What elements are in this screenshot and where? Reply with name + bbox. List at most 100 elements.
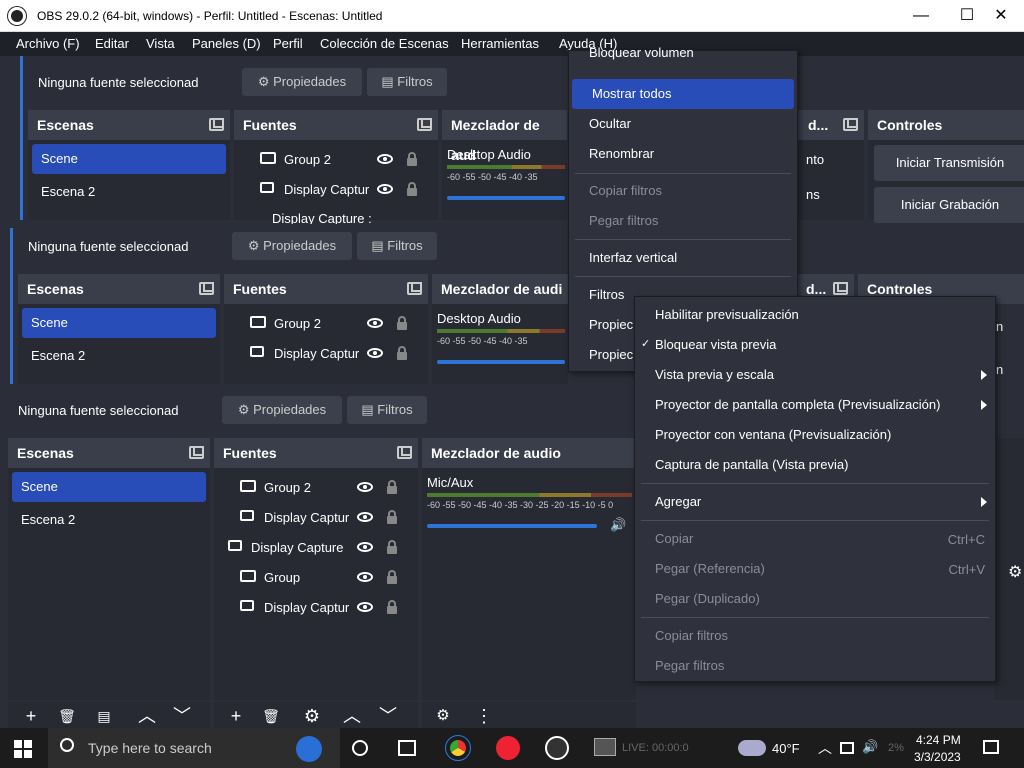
task-view-icon[interactable]	[398, 740, 416, 756]
menu-item-copy[interactable]: Copiar	[635, 524, 995, 554]
terminal-icon[interactable]	[594, 738, 616, 756]
clock-date[interactable]: 3/3/2023	[914, 750, 961, 764]
source-item[interactable]: Display Captur	[264, 600, 349, 615]
eye-icon[interactable]	[377, 154, 393, 164]
menu-item-paste-filters[interactable]: Pegar filtros	[569, 206, 797, 236]
lock-icon[interactable]	[407, 182, 417, 196]
lock-icon[interactable]	[387, 600, 397, 614]
source-item[interactable]: Display Capture	[251, 540, 344, 555]
eye-icon[interactable]	[357, 572, 373, 582]
start-streaming-button[interactable]: Iniciar Transmisión	[874, 145, 1024, 181]
obs-taskbar-icon[interactable]	[545, 736, 569, 760]
start-recording-button[interactable]: Iniciar Grabación	[874, 187, 1024, 223]
menu-item-lock-volume[interactable]: Bloquear volumen	[569, 41, 797, 65]
move-source-up-button[interactable]: ︿	[341, 705, 363, 727]
menu-item-preview-scaling[interactable]: Vista previa y escala	[635, 360, 995, 390]
bing-icon[interactable]	[296, 736, 322, 762]
menu-paneles[interactable]: Paneles (D)	[192, 36, 261, 51]
source-item[interactable]: Display Captur	[274, 346, 359, 361]
speaker-icon[interactable]: 🔊	[610, 517, 626, 533]
close-button[interactable]: ✕	[978, 0, 1024, 32]
menu-item-vertical-layout[interactable]: Interfaz vertical	[569, 243, 797, 273]
undock-icon[interactable]	[199, 282, 214, 295]
yandex-icon[interactable]	[496, 736, 520, 760]
mixer-menu-button[interactable]: ⋮	[473, 705, 495, 727]
source-item[interactable]: Group	[264, 570, 300, 585]
undock-icon[interactable]	[209, 118, 224, 131]
lock-icon[interactable]	[387, 540, 397, 554]
menu-item-show-all[interactable]: Mostrar todos	[572, 79, 794, 109]
lock-icon[interactable]	[387, 510, 397, 524]
add-scene-button[interactable]: +	[20, 705, 42, 727]
source-item[interactable]: Display Captur	[264, 510, 349, 525]
scene-item[interactable]: Scene	[12, 472, 206, 502]
network-icon[interactable]	[840, 742, 854, 754]
lock-icon[interactable]	[387, 480, 397, 494]
move-source-down-button[interactable]: ﹀	[377, 705, 399, 727]
undock-icon[interactable]	[833, 282, 848, 295]
move-scene-down-button[interactable]: ﹀	[171, 705, 193, 727]
settings-gear-icon[interactable]: ⚙	[1008, 562, 1022, 582]
eye-icon[interactable]	[357, 602, 373, 612]
scene-item[interactable]: Scene	[32, 144, 226, 174]
eye-icon[interactable]	[377, 184, 393, 194]
eye-icon[interactable]	[357, 512, 373, 522]
menu-item-windowed-projector[interactable]: Proyector con ventana (Previsualización)	[635, 420, 995, 450]
menu-herramientas[interactable]: Herramientas	[461, 36, 539, 51]
scene-item[interactable]: Scene	[22, 308, 216, 338]
lock-icon[interactable]	[407, 152, 417, 166]
undock-icon[interactable]	[397, 446, 412, 459]
undock-icon[interactable]	[407, 282, 422, 295]
properties-button[interactable]: ⚙ Propiedades	[222, 396, 342, 424]
volume-slider[interactable]	[427, 524, 597, 528]
menu-item-screenshot-preview[interactable]: Captura de pantalla (Vista previa)	[635, 450, 995, 480]
windows-start-icon[interactable]	[14, 740, 32, 758]
eye-icon[interactable]	[357, 542, 373, 552]
chrome-icon[interactable]	[445, 735, 471, 761]
filters-button[interactable]: ▤ Filtros	[367, 68, 447, 96]
menu-item-lock-preview[interactable]: Bloquear vista previa	[635, 330, 995, 360]
cortana-icon[interactable]	[352, 740, 368, 756]
transition-select[interactable]: nto	[806, 152, 824, 167]
properties-button[interactable]: ⚙ Propiedades	[242, 68, 362, 96]
properties-button[interactable]: ⚙ Propiedades	[232, 232, 352, 260]
lock-icon[interactable]	[397, 316, 407, 330]
eye-icon[interactable]	[367, 348, 383, 358]
filters-button[interactable]: ▤ Filtros	[357, 232, 437, 260]
menu-perfil[interactable]: Perfil	[273, 36, 303, 51]
scene-filters-button[interactable]: ▤	[93, 705, 115, 727]
volume-tray-icon[interactable]: 🔊	[862, 739, 878, 755]
source-item[interactable]: Display Captur	[284, 182, 369, 197]
menu-editar[interactable]: Editar	[95, 36, 129, 51]
menu-item-rename[interactable]: Renombrar	[569, 139, 797, 169]
undock-icon[interactable]	[417, 118, 432, 131]
menu-coleccion[interactable]: Colección de Escenas	[320, 36, 449, 51]
remove-source-button[interactable]: 🗑	[260, 705, 282, 727]
menu-item-paste-reference[interactable]: Pegar (Referencia)	[635, 554, 995, 584]
eye-icon[interactable]	[367, 318, 383, 328]
scene-item[interactable]: Escena 2	[31, 348, 85, 363]
menu-item-fullscreen-projector[interactable]: Proyector de pantalla completa (Previsua…	[635, 390, 995, 420]
source-item[interactable]: Group 2	[284, 152, 331, 167]
move-scene-up-button[interactable]: ︿	[136, 705, 158, 727]
menu-item-copy-filters[interactable]: Copiar filtros	[569, 176, 797, 206]
menu-archivo[interactable]: Archivo (F)	[16, 36, 80, 51]
menu-item-enable-preview[interactable]: Habilitar previsualización	[635, 300, 995, 330]
undock-icon[interactable]	[189, 446, 204, 459]
source-item[interactable]: Group 2	[274, 316, 321, 331]
minimize-button[interactable]: —	[898, 0, 944, 32]
menu-item-paste-filters[interactable]: Pegar filtros	[635, 651, 995, 681]
menu-item-hide[interactable]: Ocultar	[569, 109, 797, 139]
weather-temp[interactable]: 40°F	[772, 741, 800, 756]
remove-scene-button[interactable]: 🗑	[56, 705, 78, 727]
menu-item-paste-duplicate[interactable]: Pegar (Duplicado)	[635, 584, 995, 614]
advanced-audio-button[interactable]: ⚙	[432, 705, 454, 727]
transition-duration[interactable]: ns	[806, 187, 820, 202]
chevron-up-icon[interactable]: ︿	[818, 738, 832, 758]
source-properties-button[interactable]: ⚙	[301, 705, 323, 727]
notifications-icon[interactable]	[983, 740, 999, 754]
volume-slider[interactable]	[437, 360, 565, 364]
clock-time[interactable]: 4:24 PM	[916, 733, 961, 747]
volume-slider[interactable]	[447, 196, 565, 200]
undock-icon[interactable]	[843, 118, 858, 131]
